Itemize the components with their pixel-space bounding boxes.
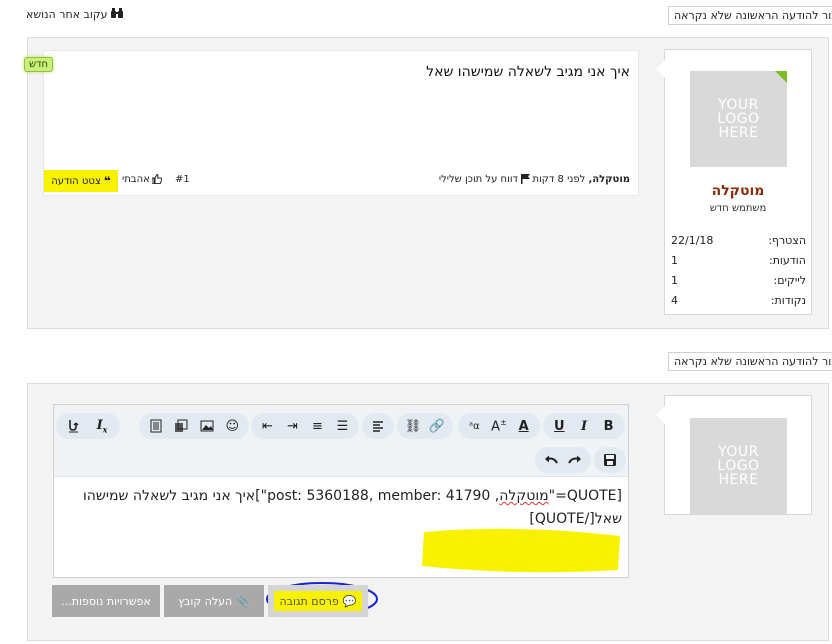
- toolbar-group: ᵃα A± A: [458, 413, 540, 439]
- logo-text-line: YOUR: [718, 97, 759, 113]
- like-link[interactable]: אהבתי: [122, 173, 163, 187]
- toolbar-group: U I B: [543, 413, 625, 439]
- watch-thread-link[interactable]: עקוב אחר הנושא: [26, 8, 123, 21]
- stat-row: לייקים: 1: [671, 274, 806, 287]
- stat-value[interactable]: 4: [671, 294, 678, 307]
- stat-row: הודעות: 1: [671, 254, 806, 267]
- quote-icon: ❝: [103, 174, 111, 188]
- bold-icon[interactable]: B: [598, 415, 620, 437]
- paperclip-icon: 📎: [236, 594, 250, 608]
- toolbar-group: ⛓ 🔗: [397, 413, 453, 439]
- user-card-pointer: [656, 60, 665, 78]
- logo-text-line: YOUR: [718, 444, 759, 460]
- stat-label: הודעות:: [768, 254, 806, 267]
- redo-icon[interactable]: [564, 449, 586, 471]
- user-title: משתמש חדש: [709, 203, 767, 214]
- jump-first-unread-button[interactable]: עבור להודעה הראשונה שלא נקראה: [668, 6, 832, 25]
- quoted-username: מוטקלה: [499, 488, 549, 504]
- like-label: אהבתי: [122, 174, 150, 185]
- spell-check-icon[interactable]: [63, 415, 85, 437]
- upload-file-button[interactable]: 📎 העלה קובץ: [164, 585, 264, 617]
- report-link[interactable]: דווח על תוכן שלילי: [430, 174, 530, 187]
- indent-icon[interactable]: ⇥: [282, 415, 304, 437]
- align-icon[interactable]: [367, 415, 389, 437]
- smiley-icon[interactable]: ☺: [221, 415, 243, 437]
- gallery-icon[interactable]: [170, 415, 192, 437]
- toolbar-group: ⇤ ⇥ ≡ ☰: [251, 413, 359, 439]
- stat-value[interactable]: 1: [671, 254, 678, 267]
- link-icon[interactable]: 🔗: [426, 415, 448, 437]
- message-text: איך אני מגיב לשאלה שמישהו שאל: [426, 64, 630, 80]
- meta-time[interactable]: לפני 8 דקות: [533, 174, 586, 185]
- font-size-icon[interactable]: A±: [488, 415, 510, 437]
- quote-label: צטט הודעה: [51, 175, 101, 187]
- quote-post-button[interactable]: ❝ צטט הודעה: [44, 170, 118, 192]
- reply-user-avatar[interactable]: YOUR LOGO HERE: [690, 418, 787, 514]
- meta-author[interactable]: מוטקלה,: [588, 174, 630, 185]
- speech-bubble-icon: 💬: [342, 594, 357, 608]
- user-avatar[interactable]: YOUR LOGO HERE: [690, 71, 787, 167]
- stat-row: נקודות: 4: [671, 294, 806, 307]
- italic-icon[interactable]: I: [573, 415, 595, 437]
- stat-row: הצטרף: 22/1/18: [671, 234, 806, 247]
- quote-attrs: , post: 5360188, member: 41790"]איך אני …: [82, 488, 500, 504]
- logo-text-line: HERE: [718, 472, 759, 488]
- font-color-icon[interactable]: A: [513, 415, 535, 437]
- upload-file-label: העלה קובץ: [178, 594, 233, 608]
- logo-text-line: LOGO: [717, 111, 760, 127]
- username[interactable]: מוטקלה: [666, 183, 810, 199]
- quote-open: [QUOTE=": [548, 488, 622, 504]
- toolbar-group: [362, 413, 394, 439]
- toolbar-group: Ix: [56, 413, 120, 439]
- image-icon[interactable]: [196, 415, 218, 437]
- jump-first-unread-button-bottom[interactable]: עבור להודעה הראשונה שלא נקראה: [668, 352, 832, 371]
- flag-icon: [521, 174, 530, 187]
- online-indicator: [775, 71, 787, 83]
- logo-text-line: HERE: [718, 125, 759, 141]
- reply-user-card-pointer: [656, 406, 665, 424]
- stat-value[interactable]: 1: [671, 274, 678, 287]
- bulleted-list-icon[interactable]: ☰: [332, 415, 354, 437]
- font-family-icon[interactable]: ᵃα: [463, 415, 485, 437]
- report-label: דווח על תוכן שלילי: [438, 174, 518, 185]
- media-icon[interactable]: [145, 415, 167, 437]
- editor-content[interactable]: [QUOTE="מוטקלה, post: 5360188, member: 4…: [60, 485, 622, 531]
- toolbar-group: [535, 447, 591, 473]
- undo-icon[interactable]: [540, 449, 562, 471]
- post-reply-label: פרסם תגובה: [279, 594, 339, 608]
- thumbs-up-icon: [151, 173, 163, 187]
- stat-label: נקודות:: [770, 294, 806, 307]
- post-number[interactable]: #1: [175, 174, 190, 185]
- binoculars-icon: [110, 8, 123, 21]
- editor-line: [QUOTE="מוטקלה, post: 5360188, member: 4…: [60, 485, 622, 508]
- logo-text-line: LOGO: [717, 458, 760, 474]
- toolbar-group: ☺: [139, 413, 249, 439]
- stat-value[interactable]: 22/1/18: [671, 234, 713, 247]
- ordered-list-icon[interactable]: ≡: [307, 415, 329, 437]
- watch-thread-label: עקוב אחר הנושא: [26, 8, 108, 21]
- more-options-button[interactable]: אפשרויות נוספות...: [52, 585, 160, 617]
- new-badge: חדש: [24, 57, 54, 72]
- save-draft-icon[interactable]: [599, 449, 621, 471]
- highlight-marker: [420, 526, 624, 574]
- remove-format-icon[interactable]: Ix: [91, 415, 113, 437]
- outdent-icon[interactable]: ⇤: [257, 415, 279, 437]
- underline-icon[interactable]: U: [548, 415, 570, 437]
- unlink-icon[interactable]: ⛓: [402, 415, 424, 437]
- toolbar-group: [594, 447, 626, 473]
- post-reply-button[interactable]: 💬 פרסם תגובה: [268, 585, 368, 617]
- stat-label: לייקים:: [773, 274, 806, 287]
- stat-label: הצטרף:: [768, 234, 806, 247]
